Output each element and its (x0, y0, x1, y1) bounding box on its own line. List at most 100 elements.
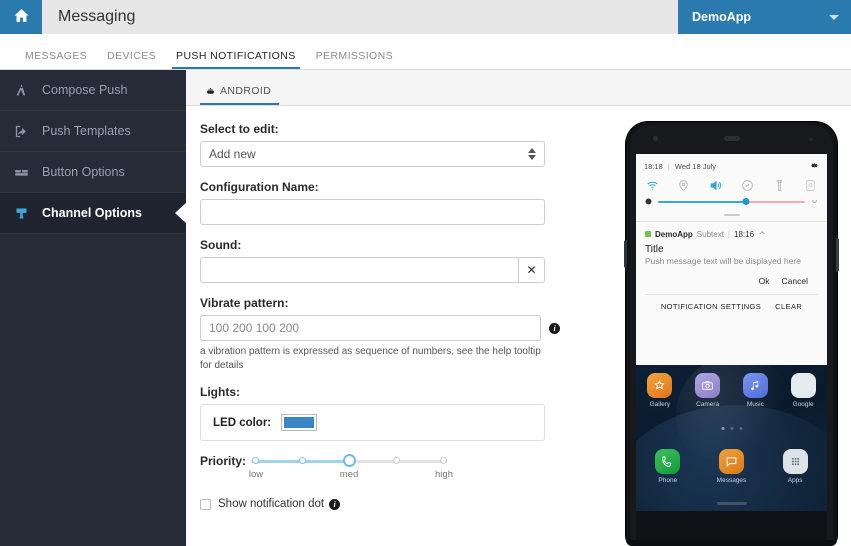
shazam-icon[interactable] (740, 178, 754, 192)
status-date: Wed 18 July (674, 161, 717, 171)
gallery-icon (647, 373, 673, 398)
field-select-to-edit: Select to edit: (200, 122, 560, 167)
field-label: Select to edit: (200, 122, 279, 136)
sidebar-item-push-templates[interactable]: Push Templates (0, 111, 186, 152)
sidebar-item-label: Push Templates (42, 124, 131, 138)
home-icon (13, 7, 30, 27)
tab-devices[interactable]: DEVICES (97, 50, 166, 69)
home-page-indicator (721, 427, 742, 430)
app-row-1: Gallery Camera Music Google (636, 373, 827, 408)
quick-settings-row (636, 175, 827, 193)
app-label: Phone (658, 477, 678, 484)
field-label: Lights: (200, 385, 240, 399)
tab-push-notifications[interactable]: PUSH NOTIFICATIONS (166, 50, 306, 69)
page-dot (730, 427, 733, 430)
led-color-label: LED color: (213, 416, 272, 429)
brightness-track (658, 198, 805, 205)
main-tabs: MESSAGES DEVICES PUSH NOTIFICATIONS PERM… (0, 34, 851, 70)
phone-preview: 18:18 | Wed 18 July DemoApp Subtext | 18… (624, 122, 839, 546)
app-icon-phone[interactable]: Phone (647, 449, 689, 484)
notification-action-ok[interactable]: Ok (759, 276, 770, 286)
share-export-icon (14, 124, 36, 139)
screenshot-icon[interactable] (804, 178, 818, 192)
notification-settings-button[interactable]: NOTIFICATION SETTINGS (661, 302, 761, 311)
gear-icon[interactable] (810, 159, 819, 173)
brightness-slider[interactable] (636, 193, 827, 209)
status-bar: 18:18 | Wed 18 July (636, 154, 827, 175)
sound-input[interactable] (200, 257, 518, 283)
slider-tick-low[interactable] (252, 457, 259, 464)
app-label: Music (746, 401, 764, 408)
field-vibrate-pattern: Vibrate pattern: i a vibration pattern i… (200, 296, 560, 372)
sidebar-item-button-options[interactable]: Button Options (0, 152, 186, 193)
slider-tick-high[interactable] (440, 457, 447, 464)
tab-permissions[interactable]: PERMISSIONS (306, 50, 403, 69)
phone-screen: 18:18 | Wed 18 July DemoApp Subtext | 18… (636, 154, 827, 511)
field-show-notification-dot: Show notification dot i (200, 498, 560, 510)
chevron-up-icon[interactable] (758, 229, 766, 239)
app-label: Apps (787, 477, 803, 484)
app-label: Messages (716, 477, 747, 484)
wifi-icon[interactable] (645, 178, 659, 192)
brightness-fill (658, 201, 747, 203)
app-icon-google[interactable]: Google (782, 373, 824, 408)
tab-android[interactable]: ANDROID (200, 85, 280, 105)
vibrate-pattern-input[interactable] (200, 315, 542, 341)
select-to-edit-input[interactable] (200, 141, 545, 167)
app-label: Gallery (649, 401, 671, 408)
app-badge-icon (645, 231, 651, 237)
priority-tick-label-high: high (435, 469, 453, 480)
show-notification-dot-checkbox[interactable] (200, 498, 211, 510)
app-icon-camera[interactable]: Camera (687, 373, 729, 408)
sound-icon[interactable] (709, 178, 723, 192)
app-icon-apps[interactable]: Apps (774, 449, 816, 484)
proximity-sensor (809, 138, 813, 141)
field-label: Vibrate pattern: (200, 296, 289, 310)
brightness-knob[interactable] (742, 198, 750, 205)
vibrate-pattern-help-text: a vibration pattern is expressed as sequ… (200, 346, 541, 371)
notification-subtext: Subtext (696, 229, 724, 239)
tab-messages[interactable]: MESSAGES (15, 50, 97, 69)
show-notification-dot-label: Show notification dot (218, 498, 325, 510)
sidebar-item-label: Button Options (42, 165, 125, 179)
chevron-down-icon[interactable] (810, 195, 819, 209)
phone-icon (655, 449, 681, 474)
notification-time: 18:16 (734, 229, 755, 239)
location-icon[interactable] (677, 178, 691, 192)
notification-app-name: DemoApp (655, 229, 693, 239)
app-icon-music[interactable]: Music (734, 373, 776, 408)
sidebar-item-compose-push[interactable]: Compose Push (0, 70, 186, 111)
home-screen: Gallery Camera Music Google Phone Messag… (636, 365, 827, 511)
configuration-name-input[interactable] (200, 199, 545, 225)
field-label: Sound: (200, 238, 242, 252)
app-label: Google (792, 401, 814, 408)
led-color-picker[interactable] (281, 414, 318, 431)
slider-tick-4[interactable] (393, 457, 400, 464)
page-title: Messaging (58, 8, 136, 25)
app-label: Camera (696, 401, 720, 408)
app-icon-messages[interactable]: Messages (710, 449, 752, 484)
clear-all-button[interactable]: CLEAR (775, 302, 802, 311)
flashlight-icon[interactable] (772, 178, 786, 192)
messaging-console: Messaging DemoApp MESSAGES DEVICES PUSH … (0, 0, 851, 546)
slider-handle[interactable] (343, 454, 356, 467)
sound-clear-button[interactable]: ✕ (518, 257, 545, 283)
shade-grip-handle[interactable] (723, 214, 740, 216)
notification-shade: 18:18 | Wed 18 July DemoApp Subtext | 18… (636, 154, 827, 365)
app-selector-label: DemoApp (692, 10, 752, 24)
field-configuration-name: Configuration Name: (200, 180, 560, 225)
info-icon[interactable]: i (549, 322, 560, 334)
notification-card[interactable]: DemoApp Subtext | 18:16 Title Push messa… (636, 222, 827, 317)
close-icon: ✕ (526, 263, 537, 277)
home-button[interactable] (0, 0, 42, 34)
priority-slider[interactable] (252, 454, 447, 468)
app-icon-gallery[interactable]: Gallery (639, 373, 681, 408)
top-bar: Messaging DemoApp (0, 0, 851, 34)
sidebar-item-channel-options[interactable]: Channel Options (0, 193, 187, 234)
app-selector[interactable]: DemoApp (678, 0, 851, 34)
slider-tick-2[interactable] (299, 457, 306, 464)
power-button (836, 238, 839, 272)
notification-action-cancel[interactable]: Cancel (782, 276, 808, 286)
info-icon[interactable]: i (329, 498, 341, 510)
sidebar-item-label: Compose Push (42, 83, 128, 97)
